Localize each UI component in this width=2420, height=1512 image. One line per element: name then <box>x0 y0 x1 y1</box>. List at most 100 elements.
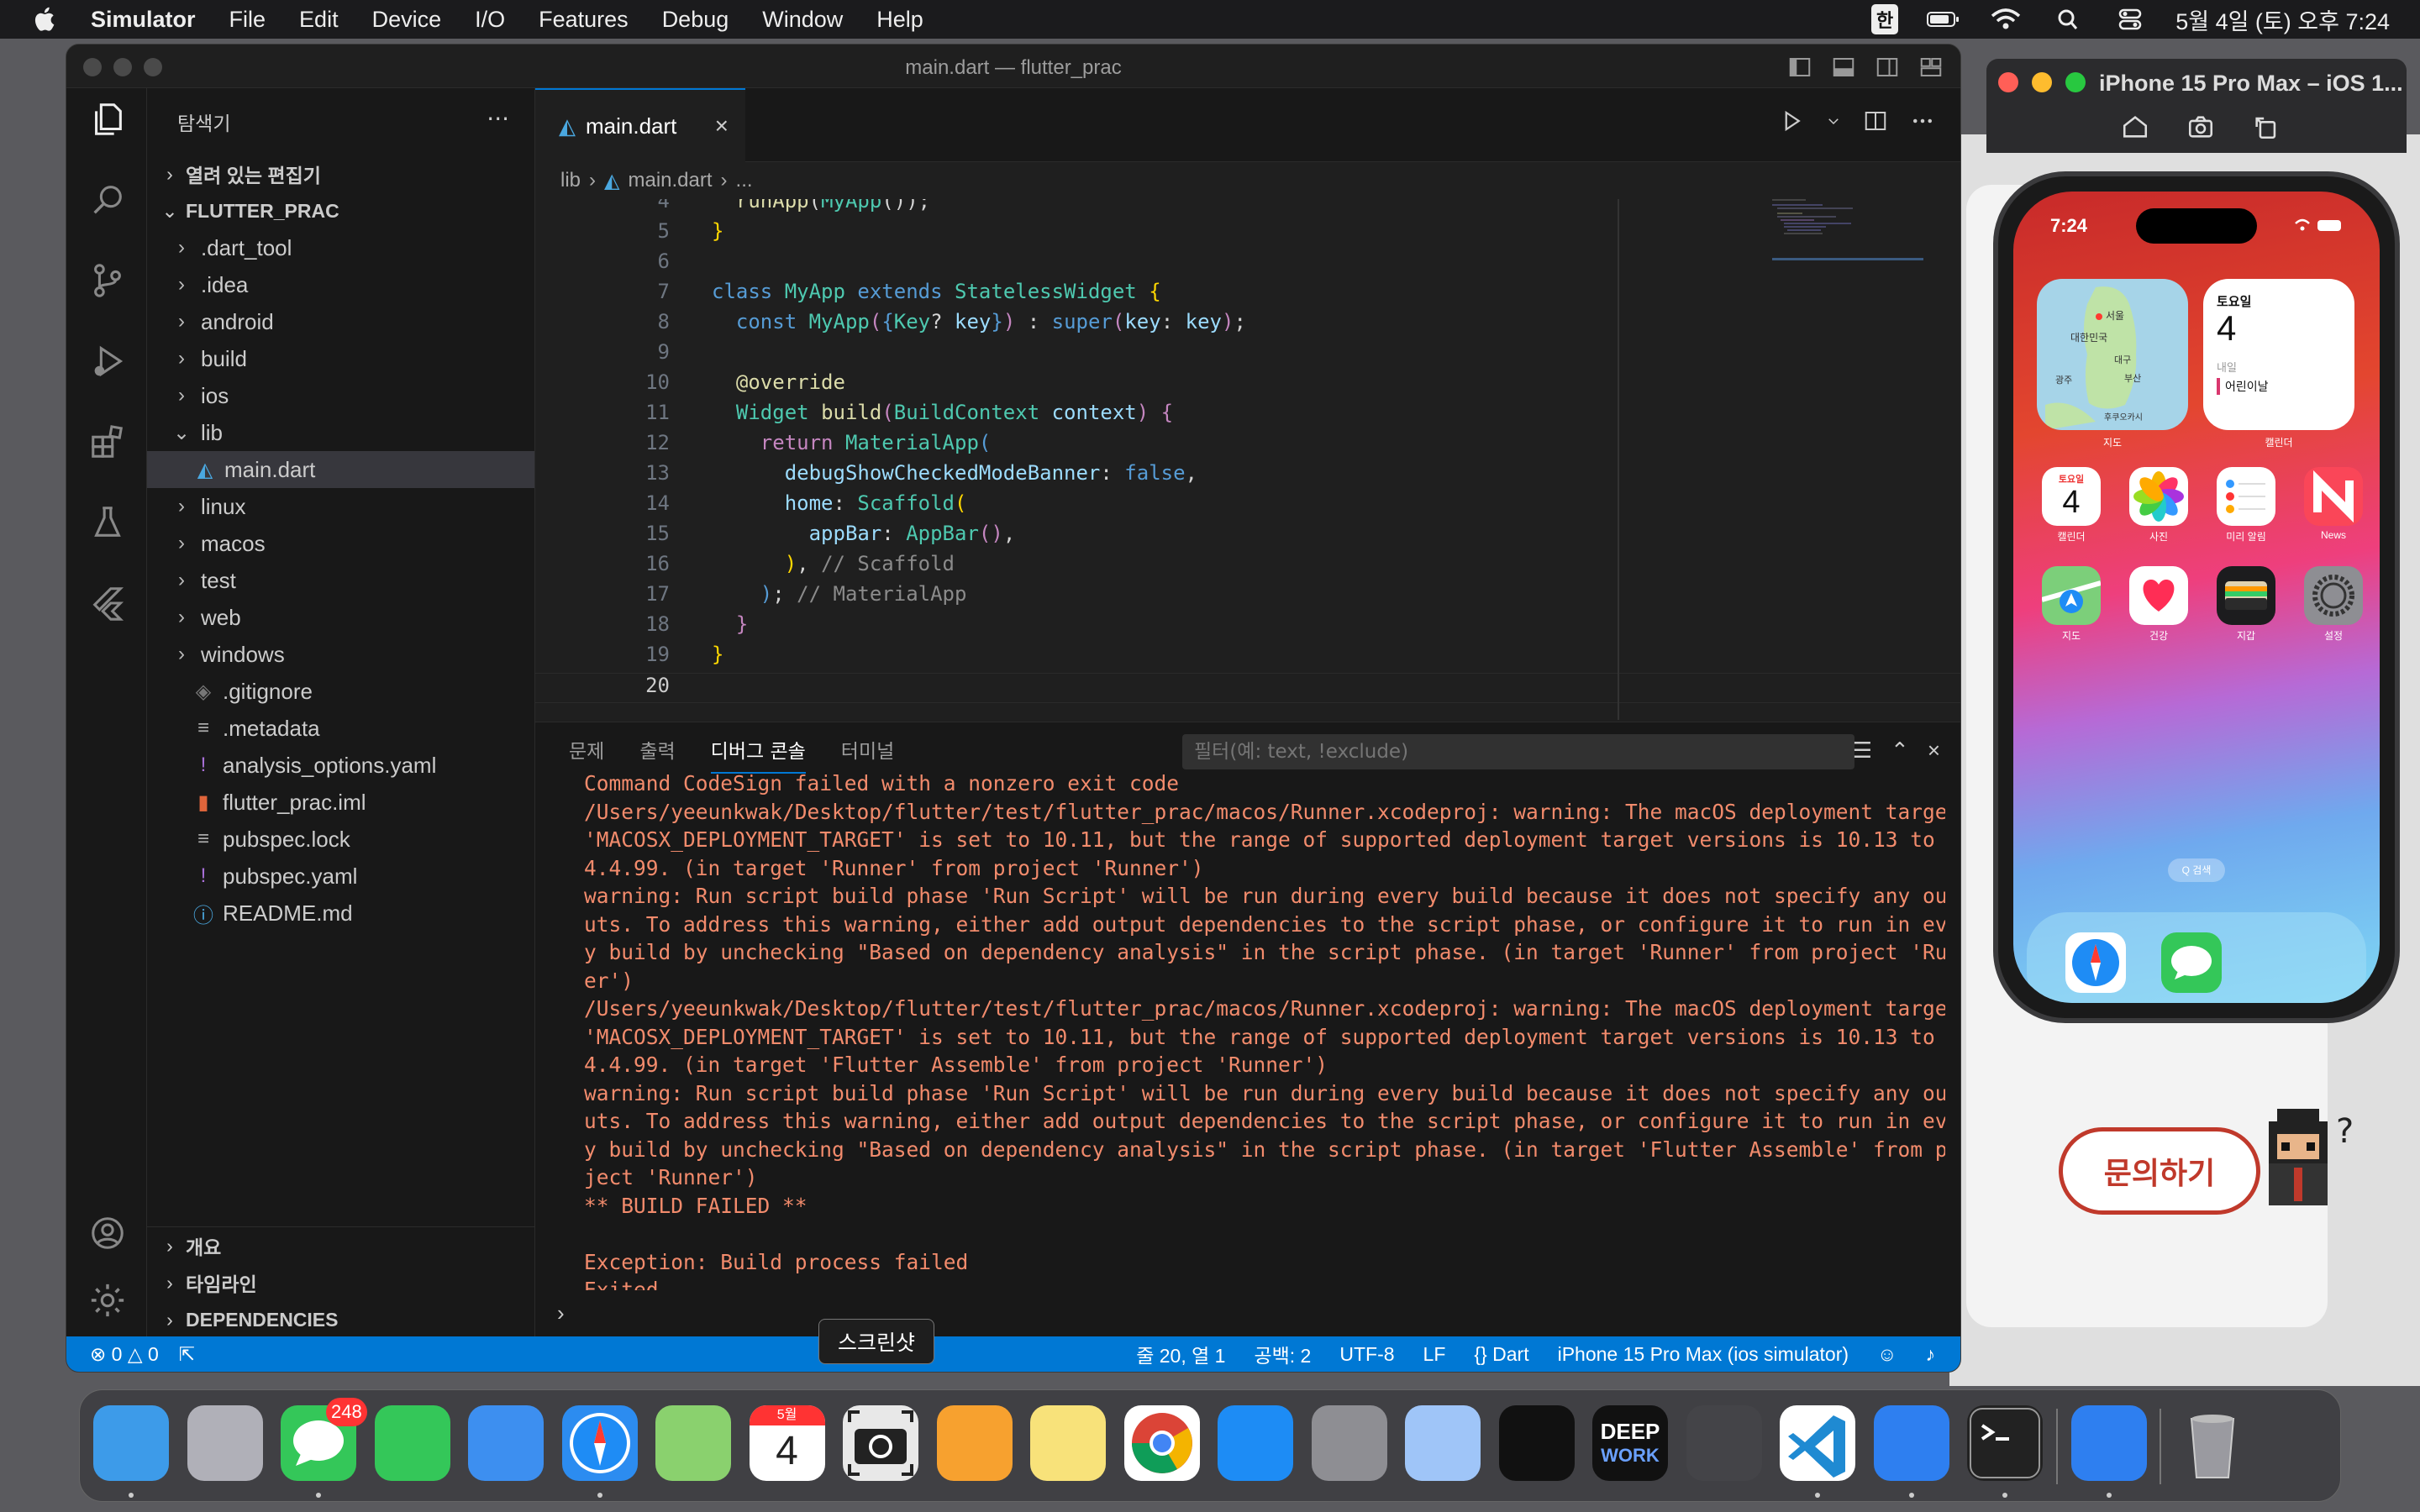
open-editors-section[interactable]: › 열려 있는 편집기 <box>147 155 534 192</box>
tree-file[interactable]: ◈ .gitignore <box>147 673 534 710</box>
tree-file[interactable]: ≡ .metadata <box>147 710 534 747</box>
photos-icon[interactable] <box>2129 467 2188 526</box>
tree-folder[interactable]: › test <box>147 562 534 599</box>
xcode-icon[interactable] <box>1873 1405 1949 1481</box>
spotlight-search-icon[interactable] <box>2051 8 2085 31</box>
tree-folder[interactable]: › linux <box>147 488 534 525</box>
toggle-panel-icon[interactable] <box>1831 55 1856 80</box>
apple-menu-icon[interactable] <box>30 4 60 34</box>
tab-problems[interactable]: 문제 <box>569 735 604 764</box>
tab-terminal[interactable]: 터미널 <box>841 735 894 764</box>
maps-icon[interactable] <box>655 1405 731 1481</box>
tree-file[interactable]: ▮ flutter_prac.iml <box>147 784 534 821</box>
battery-icon[interactable] <box>1927 8 1960 31</box>
cursor-position[interactable]: 줄 20, 열 1 <box>1136 1340 1225 1368</box>
language-mode[interactable]: {} Dart <box>1474 1343 1528 1366</box>
pages-icon[interactable] <box>936 1405 1013 1481</box>
testing-icon[interactable] <box>88 503 127 542</box>
project-folder-section[interactable]: ⌄ FLUTTER_PRAC <box>147 192 534 229</box>
customize-layout-icon[interactable] <box>1918 55 1944 80</box>
indentation[interactable]: 공백: 2 <box>1254 1340 1311 1368</box>
menu-features[interactable]: Features <box>539 7 629 33</box>
dependencies-section[interactable]: › DEPENDENCIES <box>147 1301 534 1338</box>
menu-file[interactable]: File <box>229 7 266 33</box>
tree-folder[interactable]: › web <box>147 599 534 636</box>
wallet-icon[interactable] <box>2217 566 2275 625</box>
calendar-icon[interactable]: 토요일 4 <box>2042 467 2101 526</box>
control-center-icon[interactable] <box>2113 8 2147 31</box>
tab-close-icon[interactable]: × <box>715 113 729 139</box>
inquiry-button[interactable]: 문의하기 <box>2059 1127 2260 1215</box>
input-method-indicator[interactable]: 한 <box>1870 4 1899 34</box>
maps-icon[interactable] <box>2041 566 2102 625</box>
console-prompt-icon[interactable]: › <box>557 1300 565 1326</box>
breadcrumb-symbol[interactable]: ... <box>736 169 753 192</box>
notifications-bell-icon[interactable]: ♪ <box>1926 1343 1936 1366</box>
calendar-widget[interactable]: 토요일 4 내일 어린이날 <box>2203 279 2354 430</box>
maps-widget[interactable]: 서울 대한민국 대구 부산 광주 후쿠오카시 <box>2037 279 2188 430</box>
tree-file[interactable]: ⓘ README.md <box>147 895 534 932</box>
screenshot-icon[interactable] <box>843 1405 918 1481</box>
tree-folder[interactable]: › android <box>147 303 534 340</box>
settings-icon[interactable] <box>2304 566 2363 625</box>
tree-file[interactable]: ≡ pubspec.lock <box>147 821 534 858</box>
chrome-icon[interactable] <box>1123 1405 1200 1481</box>
calculator-icon[interactable] <box>1686 1405 1762 1481</box>
terminal-icon[interactable] <box>1967 1405 2043 1481</box>
split-editor-icon[interactable] <box>1863 108 1888 134</box>
problems-status[interactable]: ⊗ 0 △ 0 <box>90 1343 159 1366</box>
screenshot-camera-icon[interactable] <box>2186 113 2215 141</box>
vscode-icon[interactable] <box>1780 1405 1855 1481</box>
tree-folder[interactable]: › macos <box>147 525 534 562</box>
clear-console-icon[interactable]: ☰ <box>1853 738 1872 764</box>
tree-folder[interactable]: ⌄ lib <box>147 414 534 451</box>
close-panel-icon[interactable]: × <box>1928 738 1940 764</box>
extensions-icon[interactable] <box>88 423 127 461</box>
tree-folder[interactable]: › windows <box>147 636 534 673</box>
tab-output[interactable]: 출력 <box>639 735 675 764</box>
tab-main-dart[interactable]: ◭ main.dart × <box>535 88 745 162</box>
tree-folder[interactable]: › ios <box>147 377 534 414</box>
simulator-icon[interactable] <box>2070 1405 2147 1481</box>
source-control-icon[interactable] <box>88 261 127 300</box>
menu-device[interactable]: Device <box>372 7 442 33</box>
run-and-debug-icon[interactable] <box>88 342 127 381</box>
toggle-secondary-sidebar-icon[interactable] <box>1875 55 1900 80</box>
maximize-panel-icon[interactable]: ⌃ <box>1891 738 1909 764</box>
notes-icon[interactable] <box>1030 1405 1106 1481</box>
file-encoding[interactable]: UTF-8 <box>1339 1343 1394 1366</box>
breadcrumb-folder[interactable]: lib <box>560 169 581 192</box>
reminders-icon[interactable] <box>2217 467 2275 526</box>
toggle-primary-sidebar-icon[interactable] <box>1787 55 1812 80</box>
tree-folder[interactable]: › build <box>147 340 534 377</box>
mail-icon[interactable] <box>468 1405 544 1481</box>
menu-io[interactable]: I/O <box>475 7 505 33</box>
deep-work-icon[interactable]: DEEP WORK <box>1592 1405 1668 1481</box>
app-store-icon[interactable] <box>1218 1405 1293 1481</box>
flutter-icon[interactable] <box>88 584 127 622</box>
calendar-icon[interactable]: 5월 4 <box>749 1405 825 1481</box>
menu-debug[interactable]: Debug <box>662 7 729 33</box>
facetime-icon[interactable] <box>374 1405 450 1481</box>
more-actions-icon[interactable] <box>1910 108 1935 134</box>
menu-app-name[interactable]: Simulator <box>91 7 196 33</box>
simulator-minimize-button[interactable] <box>2032 72 2052 92</box>
wifi-icon[interactable] <box>1989 8 2023 31</box>
home-icon[interactable] <box>2121 113 2149 141</box>
manage-gear-icon[interactable] <box>88 1281 127 1320</box>
simulator-zoom-button[interactable] <box>2065 72 2086 92</box>
timeline-section[interactable]: › 타임라인 <box>147 1264 534 1301</box>
finder-icon[interactable] <box>93 1405 169 1481</box>
menu-help[interactable]: Help <box>876 7 923 33</box>
menu-window[interactable]: Window <box>762 7 843 33</box>
health-icon[interactable] <box>2129 566 2188 625</box>
search-icon[interactable] <box>88 181 127 219</box>
accounts-icon[interactable] <box>88 1214 127 1252</box>
iphone-home-screen[interactable]: 7:24 서울 대한민국 대구 부산 광주 후쿠오카시 지도 토요일 4 내일 … <box>2013 192 2380 1003</box>
safari-icon[interactable] <box>561 1405 638 1481</box>
chatgpt-icon[interactable] <box>1498 1405 1575 1481</box>
safari-icon[interactable] <box>2065 932 2126 993</box>
feedback-icon[interactable]: ☺ <box>1877 1343 1897 1366</box>
end-of-line[interactable]: LF <box>1423 1343 1446 1366</box>
run-icon[interactable] <box>1779 108 1804 134</box>
